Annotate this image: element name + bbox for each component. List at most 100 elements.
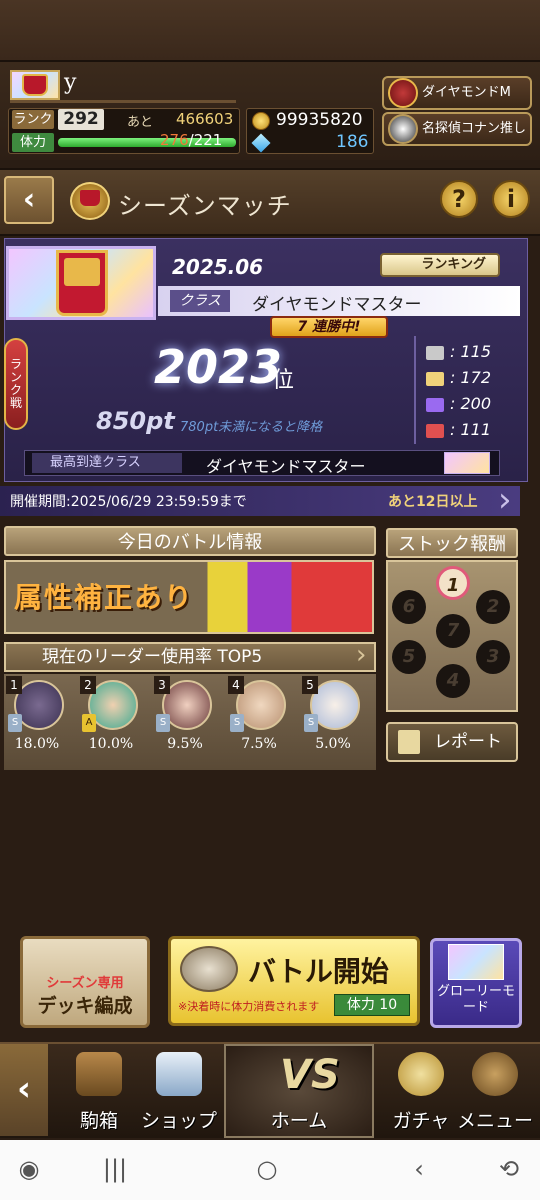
nav-back-button[interactable]: ‹ [0, 1044, 48, 1136]
back-button[interactable]: ‹ [4, 176, 54, 224]
class-value: ダイヤモンドマスター [252, 295, 422, 315]
leader-usage-rate: 5.0% [315, 736, 351, 752]
battle-info-title: 今日のバトル情報 [4, 526, 376, 556]
leader-rank: 5 [302, 676, 318, 694]
nav-label: 駒箱 [79, 1110, 118, 1132]
leader-card[interactable]: 1 S 18.0% [6, 674, 68, 770]
coins-icon [398, 1052, 444, 1096]
recent-apps-icon[interactable]: ||| [100, 1154, 130, 1184]
leader-card[interactable]: 2 A 10.0% [80, 674, 142, 770]
best-class-value: ダイヤモンドマスター [206, 457, 366, 476]
stamina-max: /221 [188, 131, 223, 149]
stat-row: : 111 [426, 420, 516, 442]
glory-emblem [448, 944, 504, 980]
stat-value: 200 [460, 394, 492, 413]
page-title: シーズンマッチ [118, 192, 292, 220]
game-controller-icon[interactable]: ◉ [14, 1154, 44, 1184]
stock-node: 3 [476, 640, 510, 674]
rank-battle-tab-label: ランク戦 [9, 357, 22, 410]
purple-beast-icon [426, 397, 444, 412]
leader-usage-rate: 7.5% [241, 736, 277, 752]
stock-reward-title: ストック報酬 [386, 528, 518, 558]
crown-icon [22, 74, 48, 96]
rank-unit: 位 [272, 368, 295, 393]
leader-usage-rate: 9.5% [167, 736, 203, 752]
screen-rotate-icon[interactable]: ⟲ [494, 1154, 524, 1184]
stat-row: : 172 [426, 368, 516, 390]
rarity-tag: S [304, 714, 318, 732]
rarity-tag: S [156, 714, 170, 732]
stat-value: 172 [460, 368, 492, 387]
battle-stamina-cost: 体力 10 [334, 994, 410, 1016]
nav-label: メニュー [456, 1110, 533, 1132]
leader-usage-rate: 10.0% [88, 736, 134, 752]
player-name: y [64, 70, 77, 95]
help-button[interactable]: ? [440, 180, 478, 218]
rarity-tag: S [8, 714, 22, 732]
stock-node: 6 [392, 590, 426, 624]
chevron-right-icon[interactable]: › [498, 480, 528, 520]
back-icon[interactable]: ‹ [404, 1154, 434, 1184]
leader-rank: 4 [228, 676, 244, 694]
demotion-note: 780pt未満になると降格 [180, 420, 323, 435]
stat-value: 115 [460, 342, 492, 361]
divider [10, 100, 236, 103]
rank-label: ランク [12, 110, 54, 129]
nav-label: ホーム [270, 1110, 328, 1132]
season-points: 850pt [96, 407, 175, 435]
rank-position: 2023 [154, 340, 283, 394]
gold-crown-icon [426, 371, 444, 386]
gear-icon [472, 1052, 518, 1096]
rank-value: 292 [58, 109, 104, 130]
vs-icon: VS [280, 1052, 340, 1098]
leader-usage-rate: 18.0% [14, 736, 60, 752]
nav-item-menu[interactable]: メニュー [450, 1050, 540, 1134]
home-icon[interactable]: ○ [252, 1154, 282, 1184]
glory-mode-label: グローリーモード [436, 984, 515, 1015]
deck-button-text: シーズン専用 デッキ編成 [26, 972, 144, 1018]
stock-node: 2 [476, 590, 510, 624]
leader-usage-title[interactable]: 現在のリーダー使用率 TOP5 [4, 642, 376, 672]
ranking-button[interactable]: ランキング [380, 253, 500, 277]
red-beast-icon [426, 423, 444, 438]
stat-value: 111 [460, 420, 492, 439]
class-label: クラス [170, 290, 230, 312]
exp-remaining-value: 466603 [176, 110, 234, 128]
shop-icon [156, 1052, 202, 1096]
attribute-banner-text: 属性補正あり [14, 581, 195, 614]
leader-rank: 3 [154, 676, 170, 694]
stock-node: 1 [436, 566, 470, 600]
exp-remaining-label: あと [127, 115, 154, 130]
stamina-current: 276 [160, 131, 189, 149]
stamina-label: 体力 [12, 133, 54, 152]
season-remaining: あと12日以上 [388, 494, 478, 510]
info-button[interactable]: i [492, 180, 530, 218]
battle-start-label: バトル開始 [248, 955, 389, 988]
stamina-text: 276/221 [160, 131, 222, 149]
rarity-tag: A [82, 714, 96, 732]
coin-value: 99935820 [276, 110, 363, 130]
chest-icon [76, 1052, 122, 1096]
leader-card[interactable]: 4 S 7.5% [228, 674, 290, 770]
gem-value: 186 [336, 132, 369, 152]
stat-row: : 200 [426, 394, 516, 416]
leader-card[interactable]: 3 S 9.5% [154, 674, 216, 770]
detective-icon [388, 114, 418, 144]
crossed-swords-icon [180, 946, 238, 992]
stat-row: : 115 [426, 342, 516, 364]
pieces-icon [426, 345, 444, 360]
nav-label: ショップ [140, 1110, 217, 1132]
rarity-tag: S [230, 714, 244, 732]
crown-icon [64, 258, 100, 286]
nav-item-piece-box[interactable]: 駒箱 [54, 1050, 144, 1134]
leader-rank: 2 [80, 676, 96, 694]
season-period: 開催期間:2025/06/29 23:59:59まで [10, 494, 247, 510]
crown-icon [80, 190, 100, 206]
season-date: 2025.06 [172, 255, 264, 279]
leader-card[interactable]: 5 S 5.0% [302, 674, 364, 770]
battle-stamina-note: ※決着時に体力消費されます [178, 1000, 320, 1013]
deck-label: デッキ編成 [37, 995, 133, 1017]
chevron-right-icon[interactable]: › [356, 640, 366, 670]
nav-item-shop[interactable]: ショップ [134, 1050, 224, 1134]
win-streak-badge: 7 連勝中! [270, 316, 388, 338]
